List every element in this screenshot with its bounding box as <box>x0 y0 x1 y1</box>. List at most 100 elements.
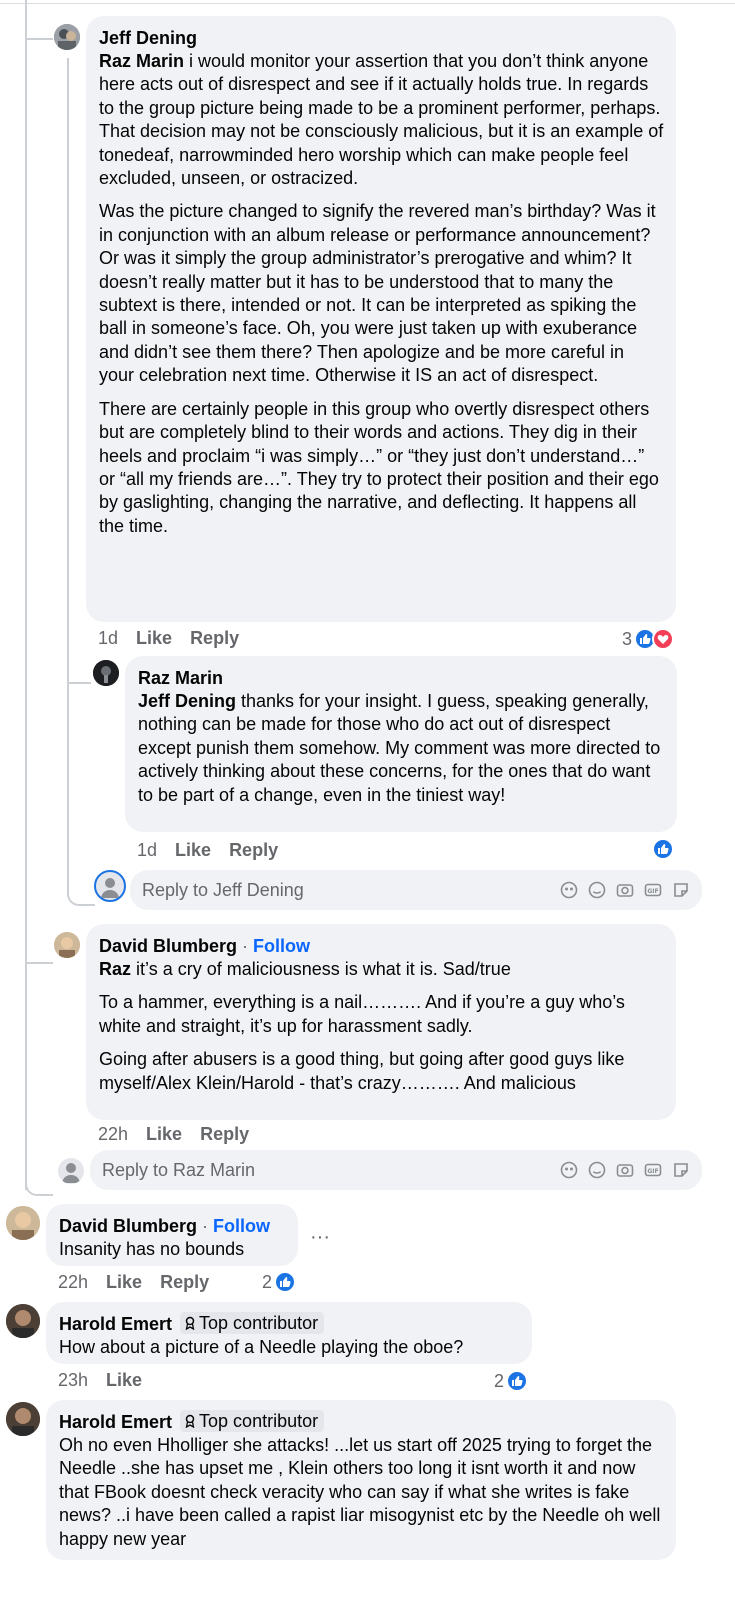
gif-icon[interactable]: GIF <box>644 1161 662 1179</box>
comment-actions-david2: 22h Like Reply <box>58 1272 227 1293</box>
comment-bubble-raz-marin: Raz Marin Jeff Dening thanks for your in… <box>125 656 677 832</box>
badge-icon <box>185 1414 195 1429</box>
comment-bubble-harold-emert: Harold Emert Top contributor How about a … <box>46 1302 532 1364</box>
separator-dot: · <box>237 936 254 956</box>
emoji-icon[interactable] <box>588 1161 606 1179</box>
avatar-harold-emert[interactable] <box>6 1304 40 1338</box>
follow-button[interactable]: Follow <box>213 1216 270 1236</box>
like-button[interactable]: Like <box>136 628 172 648</box>
comment-paragraph: Jeff Dening thanks for your insight. I g… <box>138 690 665 807</box>
comment-author[interactable]: David Blumberg <box>99 936 237 956</box>
comment-actions-raz: 1d Like Reply <box>137 840 296 861</box>
avatar-david-blumberg[interactable] <box>54 932 80 958</box>
reactions-harold1[interactable]: 2 <box>494 1370 529 1392</box>
reply-placeholder: Reply to Jeff Dening <box>142 879 304 900</box>
comment-text: Oh no even Hholliger she attacks! ...let… <box>59 1435 661 1549</box>
avatar-jeff-dening[interactable] <box>54 24 80 50</box>
avatar-david-blumberg[interactable] <box>6 1206 40 1240</box>
comment-text: How about a picture of a Needle playing … <box>59 1337 464 1357</box>
reply-input-jeff-dening[interactable]: Reply to Jeff Dening GIF <box>130 870 702 910</box>
thread-connector-raz <box>67 660 91 684</box>
comment-text: i would monitor your assertion that you … <box>99 51 664 189</box>
thread-connector-david1 <box>25 940 53 964</box>
reactions-raz[interactable] <box>652 838 674 860</box>
like-button[interactable]: Like <box>146 1124 182 1144</box>
like-reaction-icon <box>274 1271 297 1293</box>
reactions-david2[interactable]: 2 <box>262 1271 297 1293</box>
avatar-current-user[interactable] <box>94 870 126 902</box>
comment-paragraph: There are certainly people in this group… <box>99 398 659 536</box>
reply-button[interactable]: Reply <box>229 840 278 860</box>
comment-actions-harold1: 23h Like <box>58 1370 160 1391</box>
badge-label: Top contributor <box>199 1411 319 1431</box>
reply-button[interactable]: Reply <box>200 1124 249 1144</box>
avatar-current-user[interactable] <box>58 1158 84 1184</box>
svg-text:GIF: GIF <box>647 1168 658 1175</box>
avatar-raz-marin[interactable] <box>93 660 119 686</box>
love-reaction-icon <box>652 628 675 650</box>
camera-icon[interactable] <box>616 881 634 899</box>
avatar-sticker-icon[interactable] <box>560 881 578 899</box>
reply-button[interactable]: Reply <box>190 628 239 648</box>
like-button[interactable]: Like <box>175 840 211 860</box>
comment-bubble-jeff-dening: Jeff Dening Raz Marin i would monitor yo… <box>86 16 676 622</box>
thread-connector-replybox2 <box>25 1170 53 1196</box>
comment-author-line: David Blumberg · Follow <box>99 934 664 958</box>
avatar-harold-emert[interactable] <box>6 1402 40 1436</box>
reaction-count: 2 <box>494 1370 505 1391</box>
thread-connector-replybox1 <box>67 880 95 906</box>
like-reaction-icon <box>506 1370 529 1392</box>
sticker-icon[interactable] <box>672 881 690 899</box>
reaction-count: 3 <box>622 628 633 649</box>
mention-tag[interactable]: Raz Marin <box>99 51 184 71</box>
top-contributor-badge: Top contributor <box>180 1312 325 1334</box>
comment-paragraph: Raz Marin i would monitor your assertion… <box>99 50 664 190</box>
comment-text: it’s a cry of maliciousness is what it i… <box>131 959 511 979</box>
thread-line-jeff <box>67 58 69 892</box>
reactions-jeff[interactable]: 3 <box>622 628 675 650</box>
comment-bubble-david-blumberg-2: David Blumberg · Follow Insanity has no … <box>46 1204 298 1266</box>
reply-input-raz-marin[interactable]: Reply to Raz Marin GIF <box>90 1150 702 1190</box>
comment-timestamp[interactable]: 22h <box>98 1124 128 1144</box>
emoji-icon[interactable] <box>588 881 606 899</box>
top-contributor-badge: Top contributor <box>180 1410 325 1432</box>
comment-actions-david1: 22h Like Reply <box>98 1124 267 1145</box>
comment-author[interactable]: Harold Emert <box>59 1314 172 1334</box>
comment-author[interactable]: Harold Emert <box>59 1412 172 1432</box>
sticker-icon[interactable] <box>672 1161 690 1179</box>
comment-author[interactable]: David Blumberg <box>59 1216 197 1236</box>
comment-author[interactable]: Jeff Dening <box>99 26 664 50</box>
comment-timestamp[interactable]: 23h <box>58 1370 88 1390</box>
comment-paragraph: Was the picture changed to signify the r… <box>99 201 656 386</box>
top-divider <box>0 0 735 4</box>
comment-paragraph: Raz it’s a cry of maliciousness is what … <box>99 958 664 981</box>
like-reaction-icon <box>652 838 674 860</box>
gif-icon[interactable]: GIF <box>644 881 662 899</box>
badge-icon <box>185 1316 195 1331</box>
comment-text: Insanity has no bounds <box>59 1239 245 1259</box>
reaction-count: 2 <box>262 1271 273 1292</box>
comment-author[interactable]: Raz Marin <box>138 666 665 690</box>
reply-button[interactable]: Reply <box>160 1272 209 1292</box>
thread-connector-jeff <box>25 16 53 40</box>
composer-tools: GIF <box>560 881 690 899</box>
like-button[interactable]: Like <box>106 1272 142 1292</box>
comment-bubble-david-blumberg: David Blumberg · Follow Raz it’s a cry o… <box>86 924 676 1120</box>
avatar-sticker-icon[interactable] <box>560 1161 578 1179</box>
comment-timestamp[interactable]: 22h <box>58 1272 88 1292</box>
like-button[interactable]: Like <box>106 1370 142 1390</box>
svg-text:GIF: GIF <box>647 888 658 895</box>
comment-actions-jeff: 1d Like Reply <box>98 628 257 649</box>
badge-label: Top contributor <box>199 1313 319 1333</box>
comment-timestamp[interactable]: 1d <box>137 840 157 860</box>
mention-tag[interactable]: Jeff Dening <box>138 691 236 711</box>
comment-bubble-harold-emert-2: Harold Emert Top contributor Oh no even H… <box>46 1400 676 1560</box>
composer-tools: GIF <box>560 1161 690 1179</box>
comment-author-line: Harold Emert Top contributor <box>59 1312 520 1336</box>
camera-icon[interactable] <box>616 1161 634 1179</box>
more-options-icon[interactable]: ··· <box>310 1226 330 1249</box>
comment-paragraph: Going after abusers is a good thing, but… <box>99 1049 625 1093</box>
mention-tag[interactable]: Raz <box>99 959 131 979</box>
comment-timestamp[interactable]: 1d <box>98 628 118 648</box>
follow-button[interactable]: Follow <box>253 936 310 956</box>
